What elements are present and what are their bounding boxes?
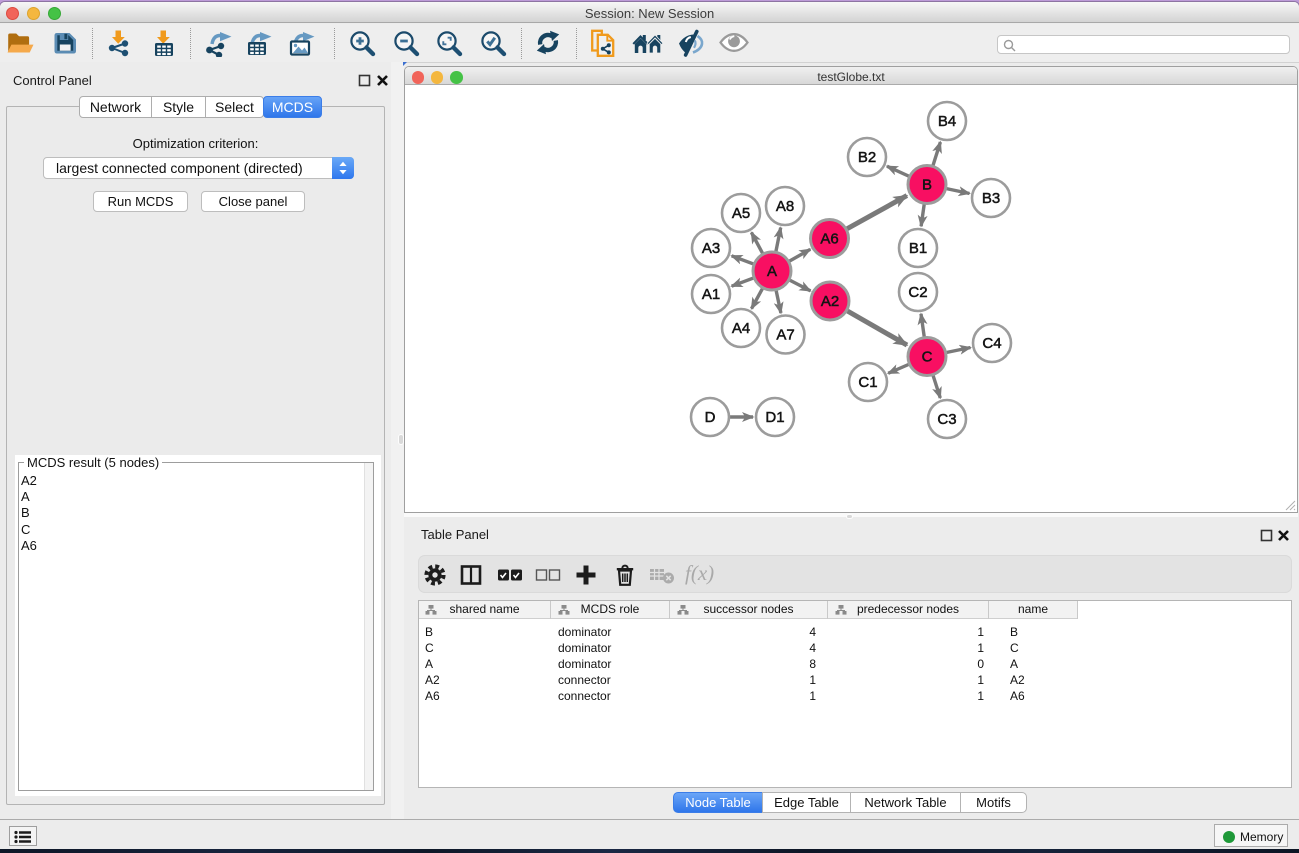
- svg-text:B3: B3: [982, 190, 1000, 207]
- svg-text:A1: A1: [702, 286, 720, 303]
- svg-text:A2: A2: [821, 293, 839, 310]
- svg-text:C: C: [922, 349, 933, 366]
- svg-text:B: B: [922, 177, 932, 194]
- svg-text:B2: B2: [858, 149, 876, 166]
- svg-text:D1: D1: [765, 409, 784, 426]
- svg-text:A8: A8: [776, 198, 794, 215]
- svg-text:A4: A4: [732, 320, 750, 337]
- svg-text:D: D: [705, 409, 716, 426]
- svg-text:A5: A5: [732, 205, 750, 222]
- svg-text:A3: A3: [702, 240, 720, 257]
- svg-text:C3: C3: [937, 411, 956, 428]
- svg-text:B4: B4: [938, 113, 956, 130]
- svg-text:A7: A7: [776, 327, 794, 344]
- svg-text:A6: A6: [820, 231, 838, 248]
- svg-text:A: A: [767, 263, 777, 280]
- svg-text:C4: C4: [982, 335, 1001, 352]
- svg-text:B1: B1: [909, 240, 927, 257]
- svg-text:C2: C2: [908, 284, 927, 301]
- svg-text:C1: C1: [858, 374, 877, 391]
